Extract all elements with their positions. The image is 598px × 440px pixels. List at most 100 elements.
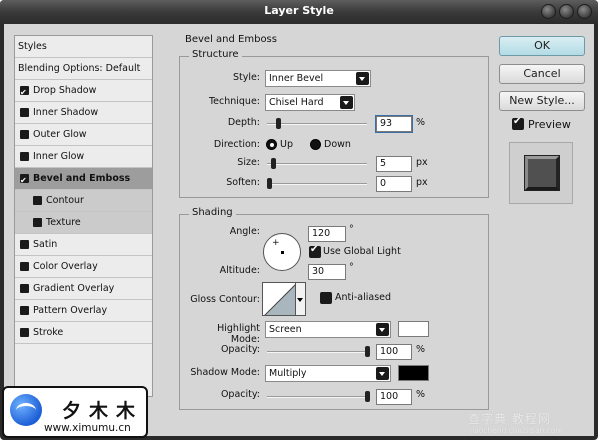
close-button[interactable] (577, 4, 592, 19)
shadow-opacity-slider[interactable] (267, 391, 370, 402)
shadow-mode-label: Shadow Mode: (190, 367, 260, 378)
shadow-opacity-thumb[interactable] (365, 391, 370, 402)
style-checkbox[interactable] (20, 82, 29, 104)
style-item-label: Stroke (33, 327, 64, 338)
size-input[interactable]: 5 (376, 156, 412, 172)
style-item-outer-glow[interactable]: Outer Glow (15, 124, 152, 146)
cancel-button[interactable]: Cancel (499, 64, 585, 84)
style-checkbox[interactable] (20, 152, 29, 161)
style-select[interactable]: Inner Bevel (265, 70, 371, 87)
style-item-label: Satin (33, 239, 58, 250)
gloss-contour-preview[interactable] (262, 282, 296, 316)
style-checkbox[interactable] (20, 262, 29, 271)
angle-input[interactable]: 120 (308, 226, 346, 242)
ok-button[interactable]: OK (499, 36, 585, 56)
chevron-down-icon (356, 72, 369, 85)
altitude-unit: ° (349, 262, 354, 273)
technique-select[interactable]: Chisel Hard (265, 94, 355, 111)
size-slider[interactable] (267, 158, 367, 169)
new-style-button[interactable]: New Style... (499, 91, 585, 111)
highlight-color-swatch[interactable] (398, 321, 429, 337)
style-item-inner-shadow[interactable]: Inner Shadow (15, 102, 152, 124)
layer-style-window: Layer Style Styles Blending Options: Def… (0, 0, 598, 440)
blending-options-item[interactable]: Blending Options: Default (15, 58, 152, 80)
technique-label: Technique: (208, 96, 260, 107)
gloss-contour-dropdown[interactable] (296, 282, 306, 316)
direction-down-radio[interactable] (310, 139, 321, 150)
highlight-opacity-slider[interactable] (267, 346, 370, 357)
style-item-label: Gradient Overlay (33, 283, 115, 294)
direction-up-radio[interactable] (266, 139, 277, 150)
style-checkbox[interactable] (20, 108, 29, 117)
style-item-contour[interactable]: Contour (15, 190, 152, 212)
shadow-color-swatch[interactable] (398, 365, 429, 381)
preview-checkbox[interactable] (512, 116, 524, 130)
style-item-label: Color Overlay (33, 261, 98, 272)
maximize-button[interactable] (559, 4, 574, 19)
style-item-stroke[interactable]: Stroke (15, 322, 152, 344)
angle-label: Angle: (229, 226, 260, 237)
style-item-texture[interactable]: Texture (15, 212, 152, 234)
style-item-gradient-overlay[interactable]: Gradient Overlay (15, 278, 152, 300)
logo-icon (10, 394, 42, 426)
style-checkbox[interactable] (20, 170, 29, 192)
depth-slider[interactable] (267, 118, 367, 129)
style-checkbox[interactable] (20, 306, 29, 315)
shadow-mode-select[interactable]: Multiply (265, 365, 391, 382)
shadow-opacity-input[interactable]: 100 (376, 389, 412, 405)
altitude-input[interactable]: 30 (308, 264, 346, 280)
style-item-color-overlay[interactable]: Color Overlay (15, 256, 152, 278)
style-checkbox[interactable] (20, 130, 29, 139)
highlight-mode-select[interactable]: Screen (265, 321, 391, 338)
styles-header-label: Styles (18, 41, 47, 52)
dialog-content: Styles Blending Options: Default Drop Sh… (4, 24, 594, 436)
style-checkbox[interactable] (20, 284, 29, 293)
watermark-right-url: jiaocheng.chazidian.com (470, 426, 563, 435)
style-item-label: Drop Shadow (33, 85, 97, 96)
style-item-label: Bevel and Emboss (33, 173, 131, 184)
size-slider-thumb[interactable] (271, 158, 276, 169)
watermark-logo: 夕木木 www.ximumu.cn (2, 386, 148, 438)
style-checkbox[interactable] (20, 240, 29, 249)
styles-list: Styles Blending Options: Default Drop Sh… (14, 35, 153, 397)
style-item-pattern-overlay[interactable]: Pattern Overlay (15, 300, 152, 322)
style-item-label: Contour (46, 195, 84, 206)
highlight-opacity-input[interactable]: 100 (376, 344, 412, 360)
gloss-contour-label: Gloss Contour: (190, 294, 260, 305)
direction-up-label: Up (280, 139, 293, 150)
section-title: Bevel and Emboss (185, 34, 277, 45)
use-global-light-checkbox[interactable] (309, 244, 321, 258)
styles-header[interactable]: Styles (15, 36, 152, 58)
chevron-down-icon (340, 96, 353, 109)
style-label: Style: (232, 72, 260, 83)
anti-aliased-label: Anti-aliased (335, 292, 392, 303)
shadow-mode-value: Multiply (269, 368, 307, 379)
style-checkbox[interactable] (20, 328, 29, 337)
style-item-drop-shadow[interactable]: Drop Shadow (15, 80, 152, 104)
style-item-inner-glow[interactable]: Inner Glow (15, 146, 152, 168)
soften-slider[interactable] (267, 178, 367, 189)
soften-slider-thumb[interactable] (267, 178, 272, 189)
angle-dial[interactable]: + (263, 233, 301, 271)
anti-aliased-checkbox[interactable] (320, 292, 332, 304)
style-item-label: Inner Shadow (33, 107, 99, 118)
highlight-opacity-thumb[interactable] (365, 346, 370, 357)
style-checkbox[interactable] (33, 218, 42, 227)
style-item-bevel-and-emboss[interactable]: Bevel and Emboss (15, 168, 152, 192)
direction-down-label: Down (324, 139, 351, 150)
style-item-label: Pattern Overlay (33, 305, 108, 316)
soften-unit: px (416, 177, 428, 188)
depth-input[interactable]: 93 (375, 115, 413, 133)
title-bar[interactable]: Layer Style (0, 0, 598, 24)
watermark-right-text: 查字典 教程网 (468, 412, 551, 426)
style-checkbox[interactable] (33, 196, 42, 205)
minimize-button[interactable] (541, 4, 556, 19)
shadow-opacity-unit: % (416, 389, 426, 400)
soften-input[interactable]: 0 (376, 176, 412, 192)
style-item-satin[interactable]: Satin (15, 234, 152, 256)
watermark-url: www.ximumu.cn (44, 422, 131, 434)
altitude-label: Altitude: (219, 265, 260, 276)
chevron-down-icon (376, 323, 389, 336)
structure-title: Structure (189, 49, 242, 60)
depth-slider-thumb[interactable] (276, 118, 281, 129)
